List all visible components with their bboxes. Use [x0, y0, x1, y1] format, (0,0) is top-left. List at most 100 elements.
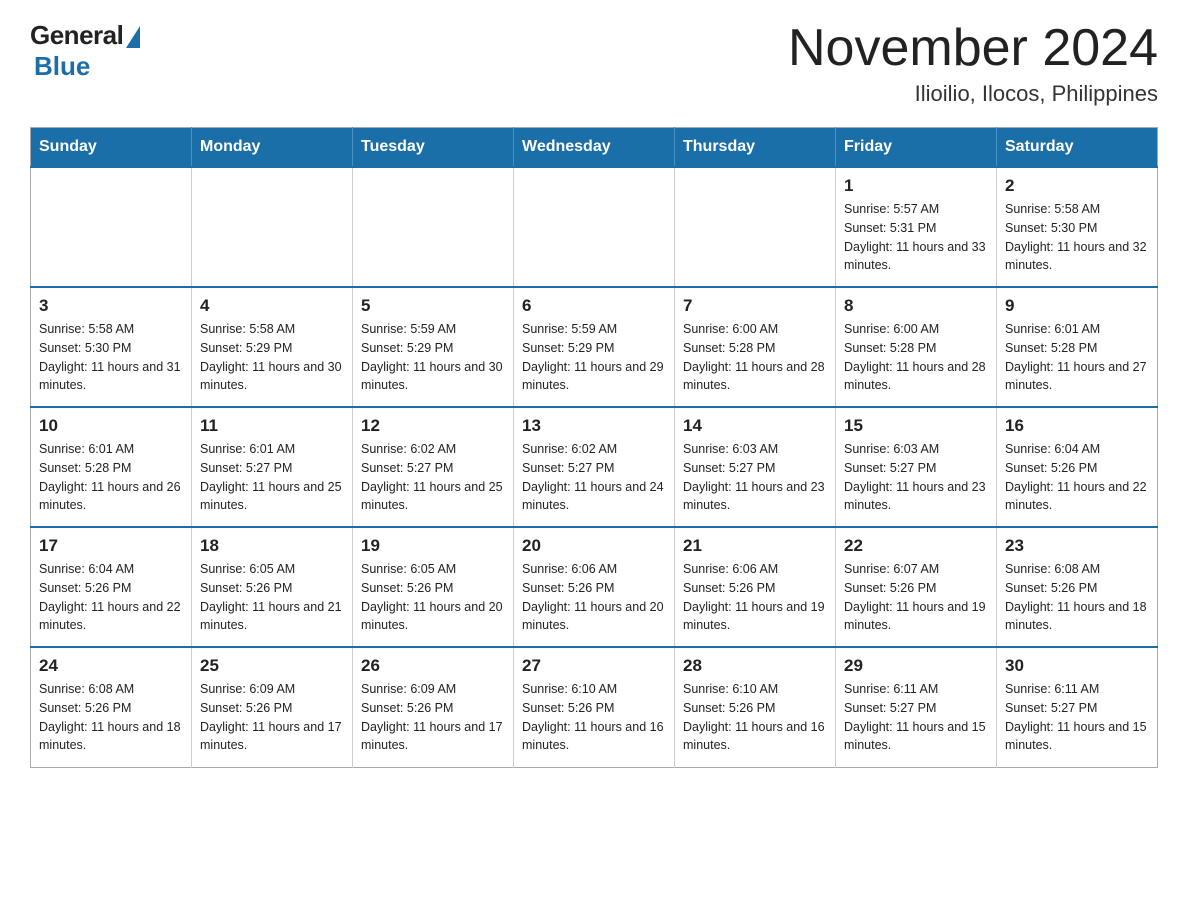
day-number: 21 — [683, 536, 827, 556]
logo-blue-text: Blue — [34, 51, 90, 82]
column-header-sunday: Sunday — [31, 128, 192, 168]
calendar-cell: 7 Sunrise: 6:00 AM Sunset: 5:28 PM Daylig… — [675, 287, 836, 407]
day-number: 3 — [39, 296, 183, 316]
day-number: 24 — [39, 656, 183, 676]
day-info: Sunrise: 6:09 AM Sunset: 5:26 PM Dayligh… — [361, 680, 505, 755]
day-number: 26 — [361, 656, 505, 676]
calendar-cell: 25 Sunrise: 6:09 AM Sunset: 5:26 PM Dayli… — [192, 647, 353, 767]
calendar-cell — [353, 167, 514, 287]
day-info: Sunrise: 6:07 AM Sunset: 5:26 PM Dayligh… — [844, 560, 988, 635]
day-number: 19 — [361, 536, 505, 556]
calendar-cell: 16 Sunrise: 6:04 AM Sunset: 5:26 PM Dayli… — [997, 407, 1158, 527]
calendar-week-row: 17 Sunrise: 6:04 AM Sunset: 5:26 PM Dayli… — [31, 527, 1158, 647]
column-header-wednesday: Wednesday — [514, 128, 675, 168]
calendar-cell: 26 Sunrise: 6:09 AM Sunset: 5:26 PM Dayli… — [353, 647, 514, 767]
day-info: Sunrise: 6:01 AM Sunset: 5:27 PM Dayligh… — [200, 440, 344, 515]
logo: General Blue — [30, 20, 140, 82]
day-info: Sunrise: 6:06 AM Sunset: 5:26 PM Dayligh… — [683, 560, 827, 635]
day-info: Sunrise: 6:11 AM Sunset: 5:27 PM Dayligh… — [1005, 680, 1149, 755]
day-number: 15 — [844, 416, 988, 436]
day-info: Sunrise: 6:04 AM Sunset: 5:26 PM Dayligh… — [1005, 440, 1149, 515]
header-right: November 2024 Ilioilio, Ilocos, Philippi… — [788, 20, 1158, 107]
day-info: Sunrise: 6:05 AM Sunset: 5:26 PM Dayligh… — [361, 560, 505, 635]
calendar-cell: 30 Sunrise: 6:11 AM Sunset: 5:27 PM Dayli… — [997, 647, 1158, 767]
day-info: Sunrise: 5:57 AM Sunset: 5:31 PM Dayligh… — [844, 200, 988, 275]
day-number: 16 — [1005, 416, 1149, 436]
calendar-cell: 8 Sunrise: 6:00 AM Sunset: 5:28 PM Daylig… — [836, 287, 997, 407]
day-info: Sunrise: 6:01 AM Sunset: 5:28 PM Dayligh… — [39, 440, 183, 515]
day-info: Sunrise: 6:09 AM Sunset: 5:26 PM Dayligh… — [200, 680, 344, 755]
day-info: Sunrise: 6:01 AM Sunset: 5:28 PM Dayligh… — [1005, 320, 1149, 395]
column-header-tuesday: Tuesday — [353, 128, 514, 168]
calendar-cell: 2 Sunrise: 5:58 AM Sunset: 5:30 PM Daylig… — [997, 167, 1158, 287]
day-info: Sunrise: 6:08 AM Sunset: 5:26 PM Dayligh… — [39, 680, 183, 755]
day-info: Sunrise: 6:05 AM Sunset: 5:26 PM Dayligh… — [200, 560, 344, 635]
calendar-cell: 22 Sunrise: 6:07 AM Sunset: 5:26 PM Dayli… — [836, 527, 997, 647]
calendar-cell: 21 Sunrise: 6:06 AM Sunset: 5:26 PM Dayli… — [675, 527, 836, 647]
month-title: November 2024 — [788, 20, 1158, 77]
day-number: 7 — [683, 296, 827, 316]
calendar-cell: 23 Sunrise: 6:08 AM Sunset: 5:26 PM Dayli… — [997, 527, 1158, 647]
day-number: 22 — [844, 536, 988, 556]
day-number: 20 — [522, 536, 666, 556]
calendar-cell: 28 Sunrise: 6:10 AM Sunset: 5:26 PM Dayli… — [675, 647, 836, 767]
day-number: 23 — [1005, 536, 1149, 556]
calendar-header-row: SundayMondayTuesdayWednesdayThursdayFrid… — [31, 128, 1158, 168]
day-number: 25 — [200, 656, 344, 676]
day-info: Sunrise: 5:58 AM Sunset: 5:30 PM Dayligh… — [1005, 200, 1149, 275]
day-info: Sunrise: 6:10 AM Sunset: 5:26 PM Dayligh… — [522, 680, 666, 755]
calendar-week-row: 3Sunrise: 5:58 AM Sunset: 5:30 PM Daylig… — [31, 287, 1158, 407]
day-number: 1 — [844, 176, 988, 196]
calendar-cell: 13Sunrise: 6:02 AM Sunset: 5:27 PM Dayli… — [514, 407, 675, 527]
day-number: 30 — [1005, 656, 1149, 676]
day-info: Sunrise: 5:58 AM Sunset: 5:29 PM Dayligh… — [200, 320, 344, 395]
day-info: Sunrise: 6:00 AM Sunset: 5:28 PM Dayligh… — [844, 320, 988, 395]
calendar-cell: 4 Sunrise: 5:58 AM Sunset: 5:29 PM Daylig… — [192, 287, 353, 407]
logo-triangle-icon — [126, 26, 140, 48]
day-number: 2 — [1005, 176, 1149, 196]
day-info: Sunrise: 6:04 AM Sunset: 5:26 PM Dayligh… — [39, 560, 183, 635]
day-number: 17 — [39, 536, 183, 556]
day-info: Sunrise: 6:03 AM Sunset: 5:27 PM Dayligh… — [844, 440, 988, 515]
day-info: Sunrise: 6:02 AM Sunset: 5:27 PM Dayligh… — [361, 440, 505, 515]
logo-general-text: General — [30, 20, 123, 51]
calendar-week-row: 1 Sunrise: 5:57 AM Sunset: 5:31 PM Daylig… — [31, 167, 1158, 287]
column-header-saturday: Saturday — [997, 128, 1158, 168]
day-number: 14 — [683, 416, 827, 436]
calendar-cell: 12 Sunrise: 6:02 AM Sunset: 5:27 PM Dayli… — [353, 407, 514, 527]
calendar-cell: 9 Sunrise: 6:01 AM Sunset: 5:28 PM Daylig… — [997, 287, 1158, 407]
location-text: Ilioilio, Ilocos, Philippines — [788, 81, 1158, 107]
calendar-cell: 14 Sunrise: 6:03 AM Sunset: 5:27 PM Dayli… — [675, 407, 836, 527]
day-number: 11 — [200, 416, 344, 436]
day-number: 4 — [200, 296, 344, 316]
day-number: 10 — [39, 416, 183, 436]
day-number: 27 — [522, 656, 666, 676]
calendar-cell: 6 Sunrise: 5:59 AM Sunset: 5:29 PM Daylig… — [514, 287, 675, 407]
calendar-cell: 11 Sunrise: 6:01 AM Sunset: 5:27 PM Dayli… — [192, 407, 353, 527]
column-header-thursday: Thursday — [675, 128, 836, 168]
calendar-cell: 15 Sunrise: 6:03 AM Sunset: 5:27 PM Dayli… — [836, 407, 997, 527]
calendar-cell: 29 Sunrise: 6:11 AM Sunset: 5:27 PM Dayli… — [836, 647, 997, 767]
day-info: Sunrise: 5:59 AM Sunset: 5:29 PM Dayligh… — [361, 320, 505, 395]
day-info: Sunrise: 6:11 AM Sunset: 5:27 PM Dayligh… — [844, 680, 988, 755]
calendar-cell: 17 Sunrise: 6:04 AM Sunset: 5:26 PM Dayli… — [31, 527, 192, 647]
day-number: 9 — [1005, 296, 1149, 316]
calendar-cell: 5 Sunrise: 5:59 AM Sunset: 5:29 PM Daylig… — [353, 287, 514, 407]
day-number: 28 — [683, 656, 827, 676]
day-info: Sunrise: 5:59 AM Sunset: 5:29 PM Dayligh… — [522, 320, 666, 395]
day-number: 12 — [361, 416, 505, 436]
day-number: 8 — [844, 296, 988, 316]
calendar-cell: 18Sunrise: 6:05 AM Sunset: 5:26 PM Dayli… — [192, 527, 353, 647]
day-number: 5 — [361, 296, 505, 316]
day-number: 29 — [844, 656, 988, 676]
calendar-cell: 10 Sunrise: 6:01 AM Sunset: 5:28 PM Dayli… — [31, 407, 192, 527]
day-info: Sunrise: 6:00 AM Sunset: 5:28 PM Dayligh… — [683, 320, 827, 395]
day-info: Sunrise: 6:08 AM Sunset: 5:26 PM Dayligh… — [1005, 560, 1149, 635]
day-number: 13 — [522, 416, 666, 436]
day-info: Sunrise: 6:10 AM Sunset: 5:26 PM Dayligh… — [683, 680, 827, 755]
calendar-cell: 3Sunrise: 5:58 AM Sunset: 5:30 PM Daylig… — [31, 287, 192, 407]
day-number: 6 — [522, 296, 666, 316]
day-info: Sunrise: 6:03 AM Sunset: 5:27 PM Dayligh… — [683, 440, 827, 515]
calendar-week-row: 24 Sunrise: 6:08 AM Sunset: 5:26 PM Dayli… — [31, 647, 1158, 767]
calendar-cell: 27 Sunrise: 6:10 AM Sunset: 5:26 PM Dayli… — [514, 647, 675, 767]
